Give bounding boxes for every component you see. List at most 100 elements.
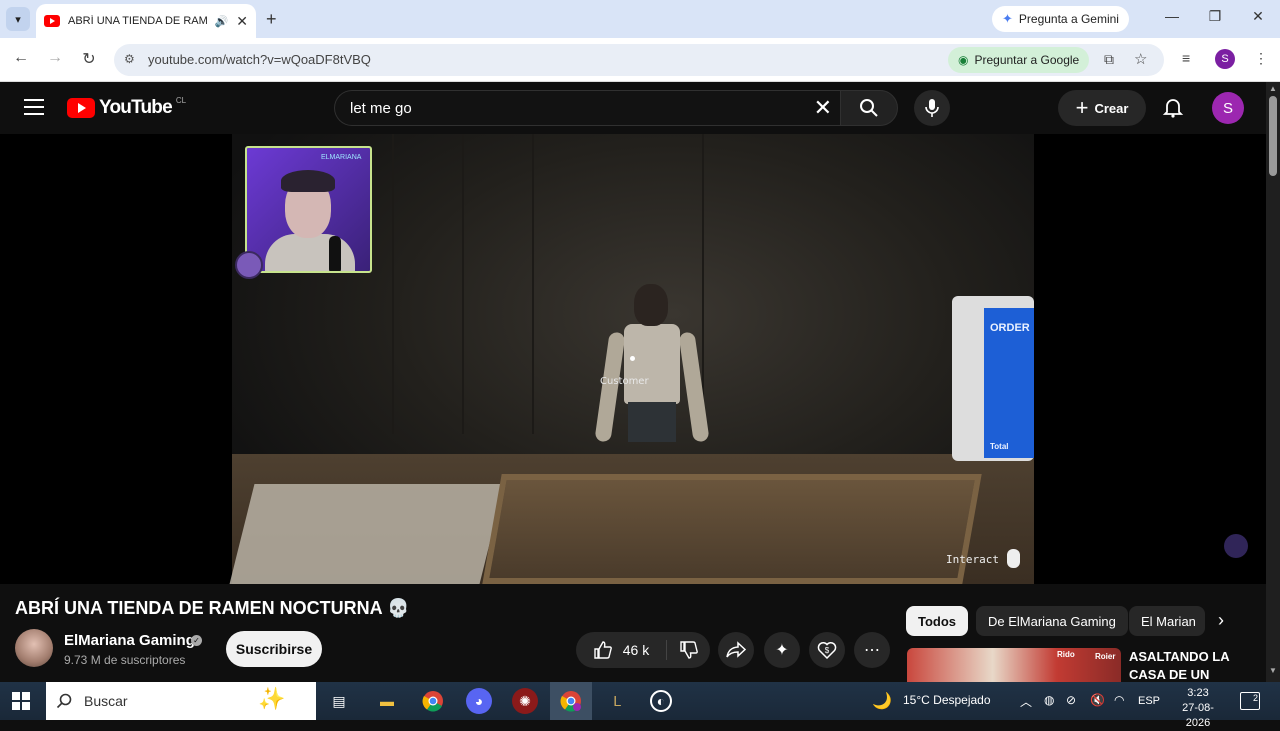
notifications-bell-icon[interactable] bbox=[1162, 96, 1184, 123]
webcam-name-badge: ELMARIANA bbox=[321, 154, 362, 161]
site-settings-icon[interactable]: ⚙ bbox=[124, 52, 135, 66]
chrome-menu-kebab-icon[interactable]: ⋮ bbox=[1254, 50, 1268, 67]
channel-watermark-icon[interactable] bbox=[1224, 534, 1248, 558]
language-indicator[interactable]: ESP bbox=[1138, 695, 1160, 707]
task-view-icon[interactable]: ▤ bbox=[326, 688, 352, 714]
league-client-icon[interactable]: Ⅼ bbox=[604, 688, 630, 714]
channel-avatar[interactable] bbox=[15, 629, 53, 667]
scrollbar-thumb[interactable] bbox=[1269, 96, 1277, 176]
scroll-down-icon[interactable]: ▼ bbox=[1269, 666, 1277, 675]
browser-tab-active[interactable]: ABRÍ UNA TIENDA DE RAMEN 🔊 ✕ bbox=[36, 4, 256, 38]
address-bar[interactable]: ⚙ youtube.com/watch?v=wQoaDF8tVBQ ◉ Preg… bbox=[114, 44, 1164, 76]
tray-overflow-chevron-icon[interactable]: ︿ bbox=[1020, 693, 1032, 710]
create-button[interactable]: + Crear bbox=[1058, 90, 1146, 126]
weather-moon-icon: 🌙 bbox=[872, 693, 892, 710]
wifi-icon[interactable]: ◠ bbox=[1114, 693, 1124, 707]
thanks-button[interactable]: $ bbox=[809, 632, 845, 668]
restore-icon[interactable]: ❐ bbox=[1205, 8, 1225, 25]
youtube-logo[interactable]: YouTube CL bbox=[67, 96, 186, 119]
windows-start-icon[interactable] bbox=[12, 692, 30, 710]
forward-arrow-icon[interactable]: → bbox=[44, 49, 66, 67]
thumbs-up-icon bbox=[594, 641, 612, 659]
like-count: 46 k bbox=[622, 642, 650, 658]
search-query[interactable]: let me go bbox=[350, 100, 412, 117]
related-video-thumbnail[interactable]: Rido Roier bbox=[907, 648, 1121, 682]
share-button[interactable] bbox=[718, 632, 754, 668]
gemini-button[interactable]: ✦ Pregunta a Gemini bbox=[992, 6, 1129, 32]
chrome-profile-taskbar-icon[interactable] bbox=[558, 688, 584, 714]
reading-list-icon[interactable]: ≡ bbox=[1182, 50, 1190, 66]
window-close-icon[interactable]: ✕ bbox=[1248, 8, 1268, 25]
taskbar-search[interactable]: Buscar ✨ bbox=[46, 682, 316, 720]
search-icon bbox=[56, 693, 72, 709]
clear-search-icon[interactable]: ✕ bbox=[814, 95, 832, 121]
streamer-emblem-icon bbox=[235, 251, 263, 279]
bookmark-star-icon[interactable]: ☆ bbox=[1134, 50, 1147, 68]
lens-icon: ◉ bbox=[958, 53, 969, 67]
clock-time: 3:23 bbox=[1187, 687, 1209, 699]
customer-character bbox=[594, 284, 710, 459]
tab-title: ABRÍ UNA TIENDA DE RAMEN bbox=[68, 15, 207, 27]
channel-name[interactable]: ElMariana Gaming bbox=[64, 632, 195, 649]
search-input[interactable]: let me go ✕ bbox=[334, 90, 840, 126]
minimize-icon[interactable]: — bbox=[1162, 8, 1182, 24]
plus-icon: + bbox=[1075, 95, 1089, 120]
scroll-up-icon[interactable]: ▲ bbox=[1269, 84, 1277, 93]
sparkle-icon: ✦ bbox=[775, 642, 789, 659]
back-arrow-icon[interactable]: ← bbox=[10, 49, 32, 67]
new-tab-plus-icon[interactable]: + bbox=[266, 9, 277, 30]
youtube-favicon-icon bbox=[44, 15, 60, 27]
interact-prompt: Interact bbox=[946, 553, 999, 566]
tab-search-chevron-icon[interactable]: ▾ bbox=[6, 7, 30, 31]
kiosk-order-text: ORDER bbox=[990, 322, 1030, 334]
dislike-button[interactable] bbox=[672, 632, 706, 668]
gemini-button-label: Pregunta a Gemini bbox=[1018, 12, 1119, 26]
subscribe-button[interactable]: Suscribirse bbox=[226, 631, 322, 667]
chrome-taskbar-icon[interactable] bbox=[420, 688, 446, 714]
obs-icon[interactable]: ◐ bbox=[650, 690, 672, 712]
more-actions-button[interactable]: ⋯ bbox=[854, 632, 890, 668]
youtube-wordmark: YouTube bbox=[99, 97, 173, 118]
menu-paper bbox=[229, 484, 505, 584]
ask-google-button[interactable]: ◉ Preguntar a Google bbox=[948, 47, 1090, 73]
thumb-label-rido: Rido bbox=[1057, 650, 1075, 659]
audio-playing-icon[interactable]: 🔊 bbox=[215, 15, 229, 28]
ask-google-label: Preguntar a Google bbox=[974, 53, 1080, 67]
tray-app-icon[interactable]: ◍ bbox=[1044, 693, 1054, 707]
video-title: ABRÍ UNA TIENDA DE RAMEN NOCTURNA 💀 bbox=[15, 598, 410, 618]
chrome-profile-avatar[interactable]: S bbox=[1215, 49, 1235, 69]
chip-el-mariana[interactable]: El Marian bbox=[1129, 606, 1205, 636]
network-off-icon[interactable]: ⊘ bbox=[1066, 693, 1076, 707]
tab-close-icon[interactable]: ✕ bbox=[236, 13, 248, 30]
voice-search-button[interactable] bbox=[914, 90, 950, 126]
chevron-right-icon[interactable]: › bbox=[1218, 610, 1224, 631]
verified-check-icon: ✓ bbox=[191, 635, 202, 646]
youtube-header: YouTube CL let me go ✕ + Crear S bbox=[0, 82, 1266, 134]
like-button[interactable]: 46 k bbox=[576, 632, 666, 668]
volume-muted-icon[interactable]: 🔇 bbox=[1090, 693, 1105, 707]
install-app-icon[interactable]: ⧉ bbox=[1104, 51, 1114, 68]
streamer-webcam-overlay: ELMARIANA bbox=[245, 146, 372, 273]
related-video-title[interactable]: ASALTANDO LA CASA DE UN bbox=[1129, 648, 1249, 684]
taskbar-search-placeholder: Buscar bbox=[84, 693, 128, 709]
youtube-play-logo-icon bbox=[67, 98, 95, 118]
mouse-icon bbox=[1007, 549, 1020, 568]
page-scrollbar[interactable]: ▲ ▼ bbox=[1266, 82, 1280, 682]
ask-ai-button[interactable]: ✦ bbox=[764, 632, 800, 668]
search-button[interactable] bbox=[840, 90, 898, 126]
notification-center-icon[interactable]: 2 bbox=[1240, 692, 1260, 710]
file-explorer-icon[interactable]: ▬ bbox=[374, 688, 400, 714]
game-launcher-icon[interactable]: ✺ bbox=[512, 688, 538, 714]
chip-de-channel[interactable]: De ElMariana Gaming bbox=[976, 606, 1128, 636]
discord-icon[interactable]: ◕ bbox=[466, 688, 492, 714]
clock-date: 27-08-2026 bbox=[1182, 702, 1214, 729]
url-text[interactable]: youtube.com/watch?v=wQoaDF8tVBQ bbox=[148, 52, 371, 67]
hamburger-menu-icon[interactable] bbox=[24, 99, 44, 115]
video-player[interactable]: Customer ORDER Total ELMARIANA Interact bbox=[0, 134, 1266, 584]
weather-text[interactable]: 15°C Despejado bbox=[903, 693, 991, 707]
chip-todos[interactable]: Todos bbox=[906, 606, 969, 636]
account-avatar[interactable]: S bbox=[1212, 92, 1244, 124]
reload-icon[interactable]: ↻ bbox=[78, 49, 100, 69]
system-clock[interactable]: 3:23 27-08-2026 bbox=[1170, 686, 1226, 731]
create-button-label: Crear bbox=[1094, 100, 1129, 116]
